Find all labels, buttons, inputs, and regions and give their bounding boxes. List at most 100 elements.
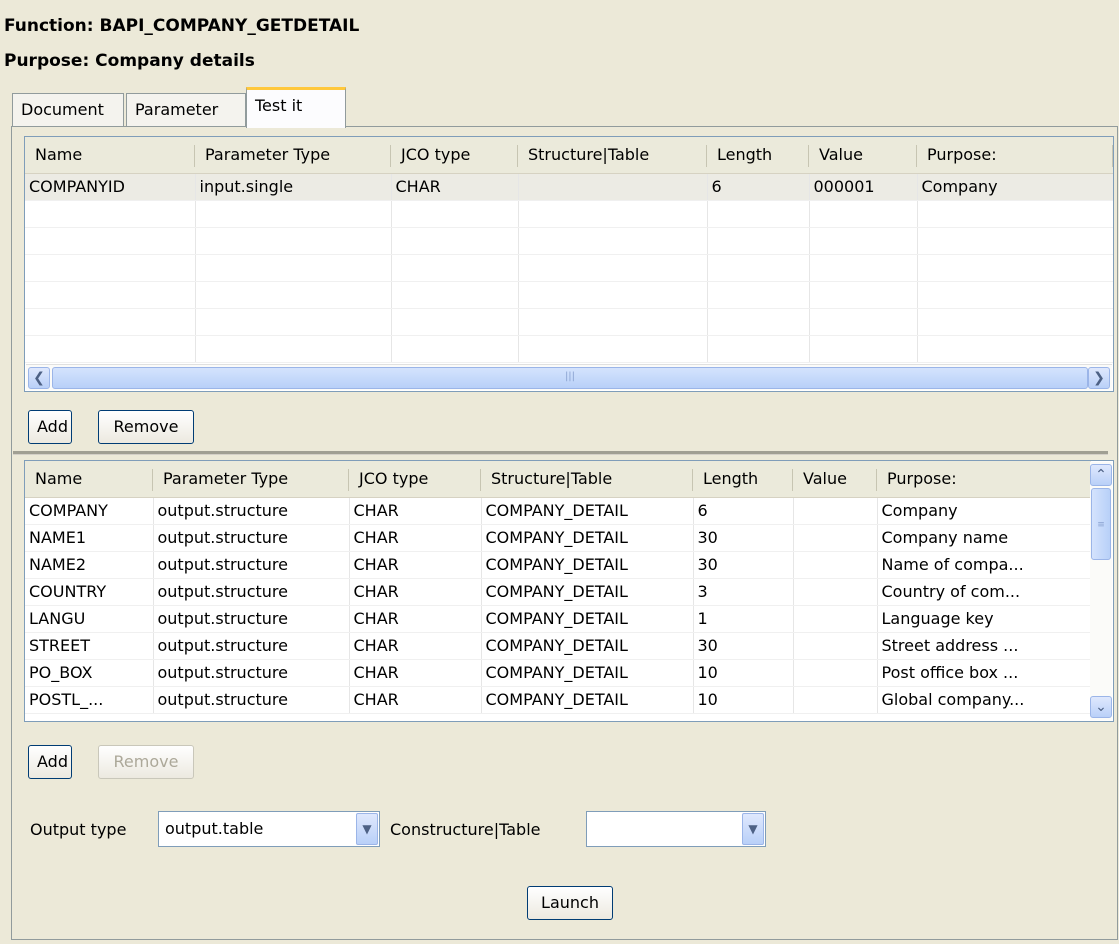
table-cell[interactable]: COMPANYID bbox=[25, 173, 196, 201]
right-arrow-icon[interactable]: ❯ bbox=[1088, 367, 1110, 389]
table-cell[interactable]: COMPANY_DETAIL bbox=[481, 497, 694, 525]
table-cell[interactable]: COMPANY_DETAIL bbox=[481, 686, 694, 714]
table-cell[interactable]: Company name bbox=[877, 524, 1092, 552]
table-cell[interactable]: output.structure bbox=[153, 632, 350, 660]
column-header[interactable]: Length bbox=[693, 461, 793, 498]
table-cell[interactable]: CHAR bbox=[349, 632, 482, 660]
table-cell[interactable]: Company bbox=[917, 173, 1113, 201]
column-header[interactable]: JCO type bbox=[349, 461, 481, 498]
output-type-select[interactable]: output.table ▼ bbox=[158, 811, 380, 847]
table-cell[interactable] bbox=[793, 605, 878, 633]
table-cell[interactable]: input.single bbox=[195, 173, 392, 201]
splitter[interactable] bbox=[13, 451, 1108, 455]
table-cell[interactable]: COMPANY_DETAIL bbox=[481, 605, 694, 633]
table-cell[interactable]: output.structure bbox=[153, 551, 350, 579]
table-row[interactable]: COUNTRY output.structure CHAR COMPANY_DETAI… bbox=[25, 578, 1092, 606]
table-cell[interactable]: CHAR bbox=[349, 605, 482, 633]
table-row[interactable]: COMPANY output.structure CHAR COMPANY_DETAI… bbox=[25, 497, 1092, 525]
table-cell[interactable] bbox=[793, 551, 878, 579]
chevron-down-icon[interactable]: ▼ bbox=[356, 813, 378, 845]
tab-document[interactable]: Document bbox=[12, 93, 124, 127]
table-cell[interactable]: Country of com... bbox=[877, 578, 1092, 606]
table-cell[interactable]: CHAR bbox=[349, 686, 482, 714]
table-cell[interactable]: CHAR bbox=[349, 578, 482, 606]
column-header[interactable]: Name bbox=[25, 137, 195, 174]
table-cell[interactable]: COMPANY bbox=[25, 497, 154, 525]
table-cell[interactable]: 000001 bbox=[809, 173, 918, 201]
table-cell[interactable]: 6 bbox=[707, 173, 810, 201]
column-header[interactable]: JCO type bbox=[391, 137, 518, 174]
table-cell[interactable]: 10 bbox=[693, 659, 794, 687]
table-cell[interactable]: 1 bbox=[693, 605, 794, 633]
table-cell[interactable]: PO_BOX bbox=[25, 659, 154, 687]
table-cell[interactable] bbox=[793, 686, 878, 714]
column-header[interactable]: Structure|Table bbox=[518, 137, 707, 174]
up-arrow-icon[interactable]: ⌃ bbox=[1090, 464, 1112, 486]
column-header[interactable]: Purpose: bbox=[917, 137, 1113, 174]
constructure-select[interactable]: ▼ bbox=[586, 811, 766, 847]
table-cell[interactable]: 30 bbox=[693, 632, 794, 660]
table-row[interactable]: LANGU output.structure CHAR COMPANY_DETAIL 1… bbox=[25, 605, 1092, 633]
table-cell[interactable]: output.structure bbox=[153, 605, 350, 633]
table-cell[interactable] bbox=[793, 497, 878, 525]
table-cell[interactable]: CHAR bbox=[349, 524, 482, 552]
table-cell[interactable]: 3 bbox=[693, 578, 794, 606]
table-cell[interactable]: CHAR bbox=[391, 173, 519, 201]
table-cell[interactable]: 30 bbox=[693, 524, 794, 552]
table-cell[interactable]: CHAR bbox=[349, 497, 482, 525]
hscroll-thumb[interactable]: ||| bbox=[52, 367, 1088, 389]
column-header[interactable]: Length bbox=[707, 137, 809, 174]
down-arrow-icon[interactable]: ⌄ bbox=[1090, 696, 1112, 718]
table-row[interactable]: STREET output.structure CHAR COMPANY_DETAIL… bbox=[25, 632, 1092, 660]
table-cell[interactable]: COMPANY_DETAIL bbox=[481, 524, 694, 552]
column-header[interactable]: Purpose: bbox=[877, 461, 1091, 498]
left-arrow-icon[interactable]: ❮ bbox=[28, 367, 50, 389]
table-cell[interactable] bbox=[793, 659, 878, 687]
table-cell[interactable]: COMPANY_DETAIL bbox=[481, 578, 694, 606]
output-add-button[interactable]: Add bbox=[28, 745, 72, 779]
table-row[interactable]: NAME1 output.structure CHAR COMPANY_DETAIL 3… bbox=[25, 524, 1092, 552]
output-remove-button[interactable]: Remove bbox=[98, 745, 194, 779]
table-cell[interactable]: COUNTRY bbox=[25, 578, 154, 606]
table-cell[interactable]: CHAR bbox=[349, 551, 482, 579]
table-cell[interactable]: NAME1 bbox=[25, 524, 154, 552]
table-cell[interactable]: 10 bbox=[693, 686, 794, 714]
table-cell[interactable]: COMPANY_DETAIL bbox=[481, 632, 694, 660]
input-remove-button[interactable]: Remove bbox=[98, 410, 194, 444]
column-header[interactable]: Parameter Type bbox=[153, 461, 349, 498]
table-cell[interactable] bbox=[793, 578, 878, 606]
table-cell[interactable] bbox=[793, 524, 878, 552]
column-header[interactable]: Structure|Table bbox=[481, 461, 693, 498]
table-cell[interactable]: Company bbox=[877, 497, 1092, 525]
tab-parameter[interactable]: Parameter bbox=[126, 93, 246, 127]
table-row[interactable]: PO_BOX output.structure CHAR COMPANY_DETAIL… bbox=[25, 659, 1092, 687]
table-cell[interactable]: POSTL_... bbox=[25, 686, 154, 714]
column-header[interactable]: Parameter Type bbox=[195, 137, 391, 174]
table-cell[interactable] bbox=[793, 632, 878, 660]
table-cell[interactable]: COMPANY_DETAIL bbox=[481, 659, 694, 687]
table-cell[interactable]: Street address ... bbox=[877, 632, 1092, 660]
tab-test-it[interactable]: Test it bbox=[246, 87, 346, 128]
table-cell[interactable]: output.structure bbox=[153, 497, 350, 525]
table-cell[interactable] bbox=[518, 173, 708, 201]
input-add-button[interactable]: Add bbox=[28, 410, 72, 444]
table-cell[interactable]: COMPANY_DETAIL bbox=[481, 551, 694, 579]
table-cell[interactable]: 30 bbox=[693, 551, 794, 579]
table-cell[interactable]: CHAR bbox=[349, 659, 482, 687]
table-cell[interactable]: STREET bbox=[25, 632, 154, 660]
table-cell[interactable]: Name of compa... bbox=[877, 551, 1092, 579]
vscroll-thumb[interactable]: ≡ bbox=[1091, 488, 1111, 560]
table-cell[interactable]: Language key bbox=[877, 605, 1092, 633]
table-cell[interactable]: output.structure bbox=[153, 524, 350, 552]
table-cell[interactable]: Global company... bbox=[877, 686, 1092, 714]
launch-button[interactable]: Launch bbox=[527, 886, 613, 920]
table-cell[interactable]: output.structure bbox=[153, 686, 350, 714]
input-table-hscrollbar[interactable]: ❮ ||| ❯ bbox=[26, 364, 1112, 390]
table-cell[interactable]: Post office box ... bbox=[877, 659, 1092, 687]
table-cell[interactable]: NAME2 bbox=[25, 551, 154, 579]
table-row[interactable]: NAME2 output.structure CHAR COMPANY_DETAIL 3… bbox=[25, 551, 1092, 579]
table-row[interactable]: COMPANYID input.single CHAR 6 000001 Company bbox=[25, 173, 1113, 201]
table-cell[interactable]: 6 bbox=[693, 497, 794, 525]
table-cell[interactable]: LANGU bbox=[25, 605, 154, 633]
column-header[interactable]: Name bbox=[25, 461, 153, 498]
